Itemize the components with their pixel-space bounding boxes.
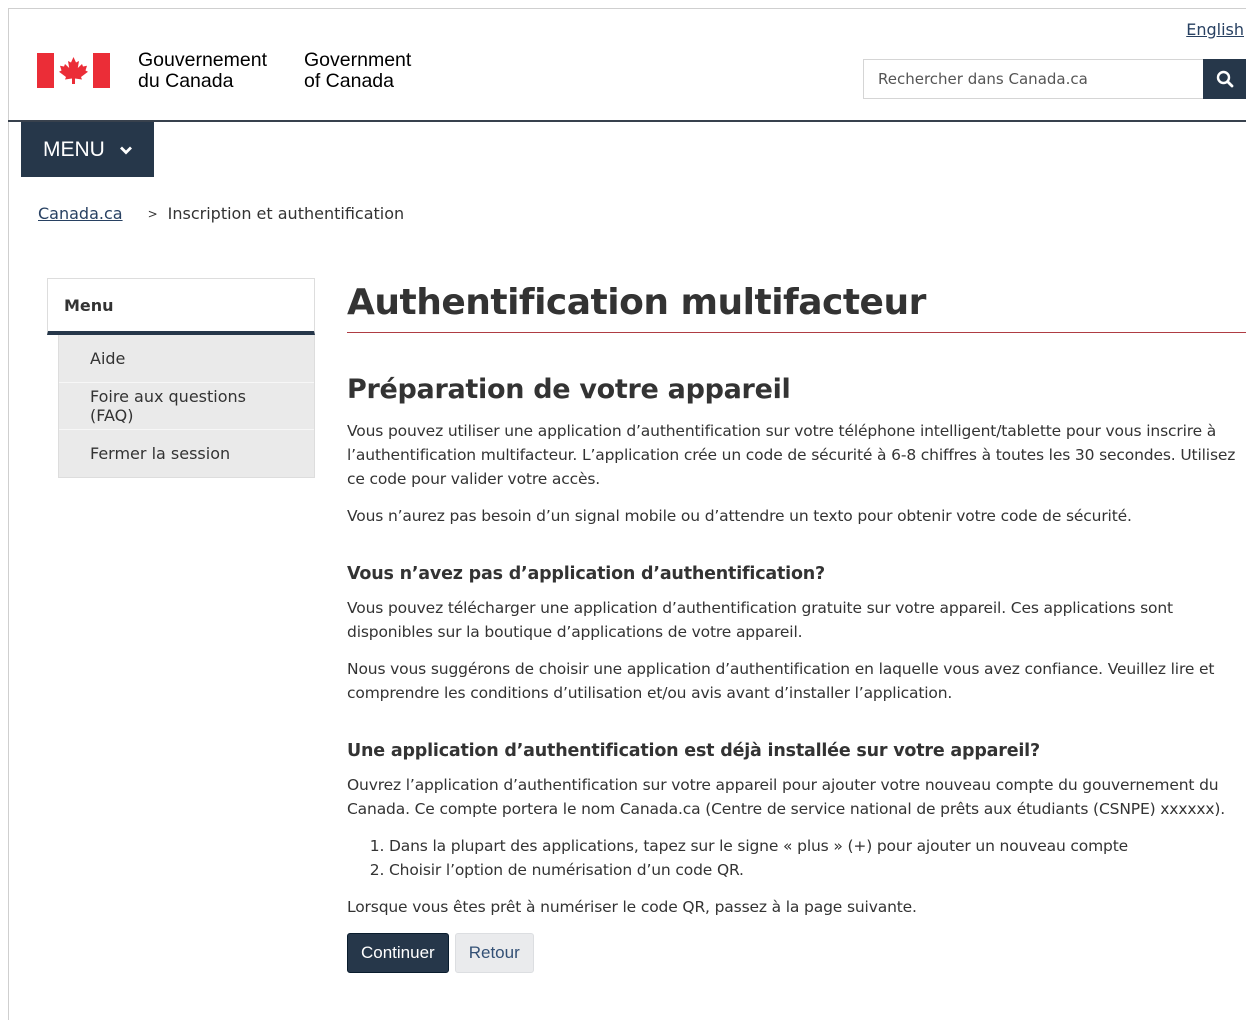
breadcrumb-current: Inscription et authentification [167, 204, 405, 223]
main-menu-button[interactable]: MENU [21, 122, 154, 177]
language-toggle-link[interactable]: English [1186, 20, 1244, 39]
breadcrumb-separator: > [147, 206, 158, 221]
page-frame-left [8, 8, 9, 1020]
page-title: Authentification multifacteur [347, 279, 1246, 333]
step-item: Choisir l’option de numérisation d’un co… [389, 858, 1246, 882]
side-menu-title: Menu [47, 278, 315, 335]
side-menu-item-logout[interactable]: Fermer la session [59, 430, 314, 477]
signature-french-line2: du Canada [138, 70, 234, 92]
steps-list: Dans la plupart des applications, tapez … [347, 834, 1246, 882]
main-content: Authentification multifacteur Préparatio… [347, 279, 1246, 973]
signature-english: Government of Canada [304, 50, 411, 92]
signature-french-line1: Gouvernement [138, 49, 267, 71]
form-actions: Continuer Retour [347, 933, 1246, 973]
main-menu-label: MENU [43, 137, 105, 161]
canada-flag-icon [37, 53, 110, 88]
intro-paragraph-2: Vous n’aurez pas besoin d’un signal mobi… [347, 507, 1132, 525]
step-item: Dans la plupart des applications, tapez … [389, 834, 1246, 858]
signature-english-line2: of Canada [304, 70, 394, 92]
page-frame-top [8, 8, 1246, 9]
continue-button[interactable]: Continuer [347, 933, 449, 973]
breadcrumb-home-link[interactable]: Canada.ca [38, 204, 123, 223]
app-installed-paragraph: Ouvrez l’application d’authentification … [347, 776, 1226, 818]
signature-english-line1: Government [304, 49, 412, 71]
side-menu: Menu Aide Foire aux questions (FAQ) Ferm… [47, 278, 315, 478]
intro-paragraph-1: Vous pouvez utiliser une application d’a… [347, 422, 1236, 488]
back-button[interactable]: Retour [454, 933, 534, 973]
side-menu-list: Aide Foire aux questions (FAQ) Fermer la… [58, 335, 315, 478]
search-input[interactable] [863, 59, 1203, 99]
side-menu-item-aide[interactable]: Aide [59, 335, 314, 383]
no-app-paragraph-2: Nous vous suggérons de choisir une appli… [347, 660, 1215, 702]
no-app-paragraph-1: Vous pouvez télécharger une application … [347, 599, 1173, 641]
section-title-no-app: Vous n’avez pas d’application d’authenti… [347, 564, 825, 584]
header-divider [8, 120, 1246, 122]
section-title-device-preparation: Préparation de votre appareil [347, 374, 791, 405]
side-menu-item-faq[interactable]: Foire aux questions (FAQ) [59, 383, 314, 430]
signature-french: Gouvernement du Canada [138, 50, 267, 92]
breadcrumb: Canada.ca > Inscription et authentificat… [38, 204, 404, 223]
section-title-app-installed: Une application d’authentification est d… [347, 741, 1040, 761]
site-search [863, 59, 1246, 99]
closing-paragraph: Lorsque vous êtes prêt à numériser le co… [347, 898, 917, 916]
search-icon [1216, 70, 1233, 88]
chevron-down-icon [119, 146, 132, 154]
search-button[interactable] [1203, 59, 1246, 99]
